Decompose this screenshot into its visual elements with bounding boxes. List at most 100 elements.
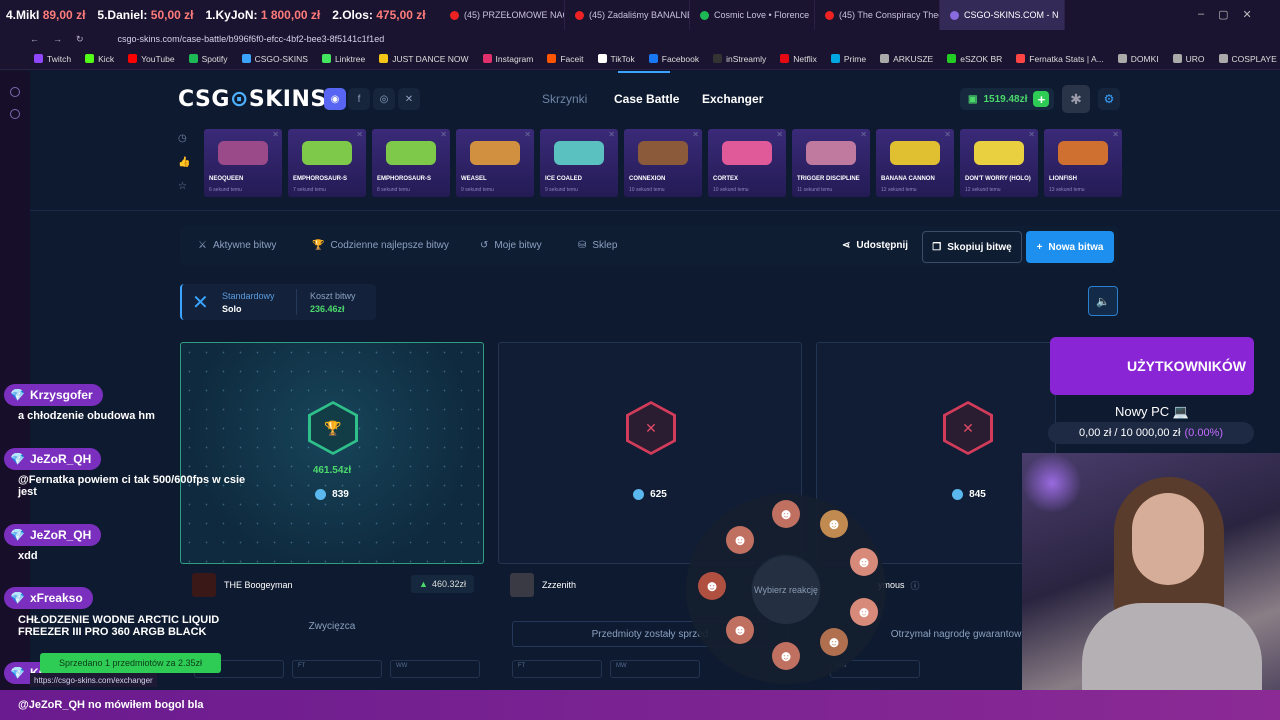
tab-active-battles[interactable]: ⚔ Aktywne bitwy — [198, 240, 276, 251]
forward-icon[interactable]: → — [53, 34, 62, 44]
browser-tab[interactable]: (45) Zadaliśmy BANALNE — [565, 0, 690, 30]
clock-icon[interactable]: ◷ — [178, 133, 190, 144]
bookmark-item[interactable]: CSGO-SKINS — [241, 54, 308, 64]
nav-case-battle[interactable]: Case Battle — [614, 92, 679, 106]
site-logo[interactable]: CSG⊙SKINS — [178, 87, 327, 112]
live-drop-card[interactable]: ✕ NEOQUEEN 6 sekund temu — [204, 129, 282, 197]
live-drop-card[interactable]: ✕ CORTEX 10 sekund temu — [708, 129, 786, 197]
maximize-icon[interactable]: ▢ — [1218, 8, 1228, 21]
bookmark-item[interactable]: URO — [1172, 54, 1205, 64]
bookmark-item[interactable]: COSPLAYE — [1218, 54, 1277, 64]
emoji-reaction-icon[interactable]: ☻ — [820, 510, 848, 538]
live-drop-card[interactable]: ✕ ICE COALED 9 sekund temu — [540, 129, 618, 197]
minimize-icon[interactable]: – — [1198, 8, 1204, 21]
live-drop-card[interactable]: ✕ CONNEXION 10 sekund temu — [624, 129, 702, 197]
live-drop-card[interactable]: ✕ EMPHOROSAUR-S 8 sekund temu — [372, 129, 450, 197]
emoji-reaction-icon[interactable]: ☻ — [820, 628, 848, 656]
facebook-icon[interactable]: f — [348, 88, 370, 110]
close-icon[interactable]: ✕ — [1243, 8, 1252, 21]
tab-shop[interactable]: ⛁ Sklep — [578, 240, 617, 251]
live-drop-card[interactable]: ✕ TRIGGER DISCIPLINE 11 sekund temu — [792, 129, 870, 197]
browser-tab[interactable]: (45) The Conspiracy Theo — [815, 0, 940, 30]
emoji-reaction-icon[interactable]: ☻ — [726, 616, 754, 644]
settings-icon[interactable] — [10, 109, 20, 119]
drop-time: 11 sekund temu — [797, 187, 833, 193]
bookmark-item[interactable]: Facebook — [648, 54, 699, 64]
chat-username[interactable]: 💎 JeZoR_QH — [4, 448, 102, 470]
badge-icon: 💎 — [10, 388, 25, 402]
tab-strip: (45) PRZEŁOMOWE NAGR (45) Zadaliśmy BANAL… — [440, 0, 1065, 30]
discord-icon[interactable]: ◉ — [324, 88, 346, 110]
bookmark-item[interactable]: JUST DANCE NOW — [379, 54, 469, 64]
live-drop-card[interactable]: ✕ DON'T WORRY (HOLO) 12 sekund temu — [960, 129, 1038, 197]
instagram-icon[interactable]: ◎ — [373, 88, 395, 110]
weapon-type-icon: ✕ — [944, 130, 951, 139]
status-guaranteed: Otrzymał nagrodę gwarantow — [890, 628, 1022, 640]
browser-tab[interactable]: CSGO-SKINS.COM - N — [940, 0, 1065, 30]
url-field[interactable]: csgo-skins.com/case-battle/b996f6f0-efcc… — [118, 34, 385, 44]
history-icon[interactable] — [10, 87, 20, 97]
bookmark-icon — [34, 54, 43, 63]
loser-hex: ✕ — [626, 401, 676, 455]
gear-icon[interactable]: ⚙ — [1098, 88, 1120, 110]
chat-username[interactable]: 💎 xFreakso — [4, 587, 93, 609]
live-drop-card[interactable]: ✕ EMPHOROSAUR-S 7 sekund temu — [288, 129, 366, 197]
emoji-reaction-icon[interactable]: ☻ — [850, 548, 878, 576]
tab-daily-best[interactable]: 🏆 Codzienne najlepsze bitwy — [312, 240, 449, 251]
tab-my-battles[interactable]: ↺ Moje bitwy — [480, 240, 542, 251]
player-row[interactable]: THE Boogeyman ▲ 460.32zł — [180, 567, 484, 603]
share-button[interactable]: ⋖ Udostępnij — [842, 240, 908, 251]
avatar[interactable]: ✱ — [1062, 85, 1090, 113]
new-battle-button[interactable]: + Nowa bitwa — [1026, 231, 1114, 263]
skin-image — [470, 141, 520, 165]
bookmark-item[interactable]: YouTube — [128, 54, 175, 64]
back-icon[interactable]: ← — [30, 34, 39, 44]
emoji-reaction-icon[interactable]: ☻ — [772, 642, 800, 670]
emoji-reaction-icon[interactable]: ☻ — [698, 572, 726, 600]
spotify-icon — [700, 10, 709, 20]
x-twitter-icon[interactable]: ✕ — [398, 88, 420, 110]
bookmark-item[interactable]: eSZOK BR — [947, 54, 1002, 64]
emoji-reaction-icon[interactable]: ☻ — [772, 500, 800, 528]
copy-battle-button[interactable]: ❐ Skopiuj bitwę — [922, 231, 1022, 263]
thumbs-up-icon[interactable]: 👍 — [178, 157, 190, 168]
balance-display[interactable]: ▣ 1519.48zł + — [960, 88, 1054, 110]
live-drop-card[interactable]: ✕ BANANA CANNON 12 sekund temu — [876, 129, 954, 197]
bookmark-item[interactable]: Netflix — [780, 54, 817, 64]
bookmark-item[interactable]: Linktree — [321, 54, 365, 64]
browser-tab[interactable]: (45) PRZEŁOMOWE NAGR — [440, 0, 565, 30]
bookmark-item[interactable]: Instagram — [482, 54, 533, 64]
bookmark-item[interactable]: Fernatka Stats | A... — [1016, 54, 1104, 64]
drop-time: 10 sekund temu — [713, 187, 749, 193]
bookmark-item[interactable]: Twitch — [34, 54, 71, 64]
bookmark-item[interactable]: inStreamly — [713, 54, 766, 64]
reload-icon[interactable]: ↻ — [76, 34, 84, 45]
bookmark-item[interactable]: DOMKI — [1117, 54, 1159, 64]
skin-name: TRIGGER DISCIPLINE — [797, 176, 860, 182]
live-drop-card[interactable]: ✕ WEASEL 9 sekund temu — [456, 129, 534, 197]
player-row[interactable]: ymous ⓘ — [878, 567, 1018, 603]
tab-label: Cosmic Love • Florence — [714, 10, 810, 20]
bookmark-icon — [713, 54, 723, 63]
nav-exchanger[interactable]: Exchanger — [702, 92, 763, 106]
badge-icon: 💎 — [10, 528, 25, 542]
speaker-icon: 🔈 — [1096, 295, 1110, 308]
bookmark-item[interactable]: Faceit — [547, 54, 584, 64]
sound-toggle-button[interactable]: 🔈 — [1088, 286, 1118, 316]
browser-tab[interactable]: Cosmic Love • Florence — [690, 0, 815, 30]
add-funds-button[interactable]: + — [1033, 91, 1050, 107]
info-icon[interactable]: ⓘ — [911, 579, 920, 592]
live-drop-card[interactable]: ✕ LIONFISH 13 sekund temu — [1044, 129, 1122, 197]
bookmark-item[interactable]: Kick — [85, 54, 114, 64]
bookmark-item[interactable]: TikTok — [597, 54, 635, 64]
bookmark-item[interactable]: Prime — [830, 54, 866, 64]
bookmark-item[interactable]: Spotify — [188, 54, 228, 64]
chat-username[interactable]: 💎Krzysgofer — [4, 384, 103, 406]
bookmark-item[interactable]: ARKUSZE — [880, 54, 933, 64]
emoji-reaction-icon[interactable]: ☻ — [850, 598, 878, 626]
chat-username[interactable]: 💎 JeZoR_QH — [4, 524, 102, 546]
star-icon[interactable]: ☆ — [178, 181, 190, 192]
weapon-type-icon: ✕ — [1112, 130, 1119, 139]
nav-cases[interactable]: Skrzynki — [542, 92, 587, 106]
emoji-reaction-icon[interactable]: ☻ — [726, 526, 754, 554]
